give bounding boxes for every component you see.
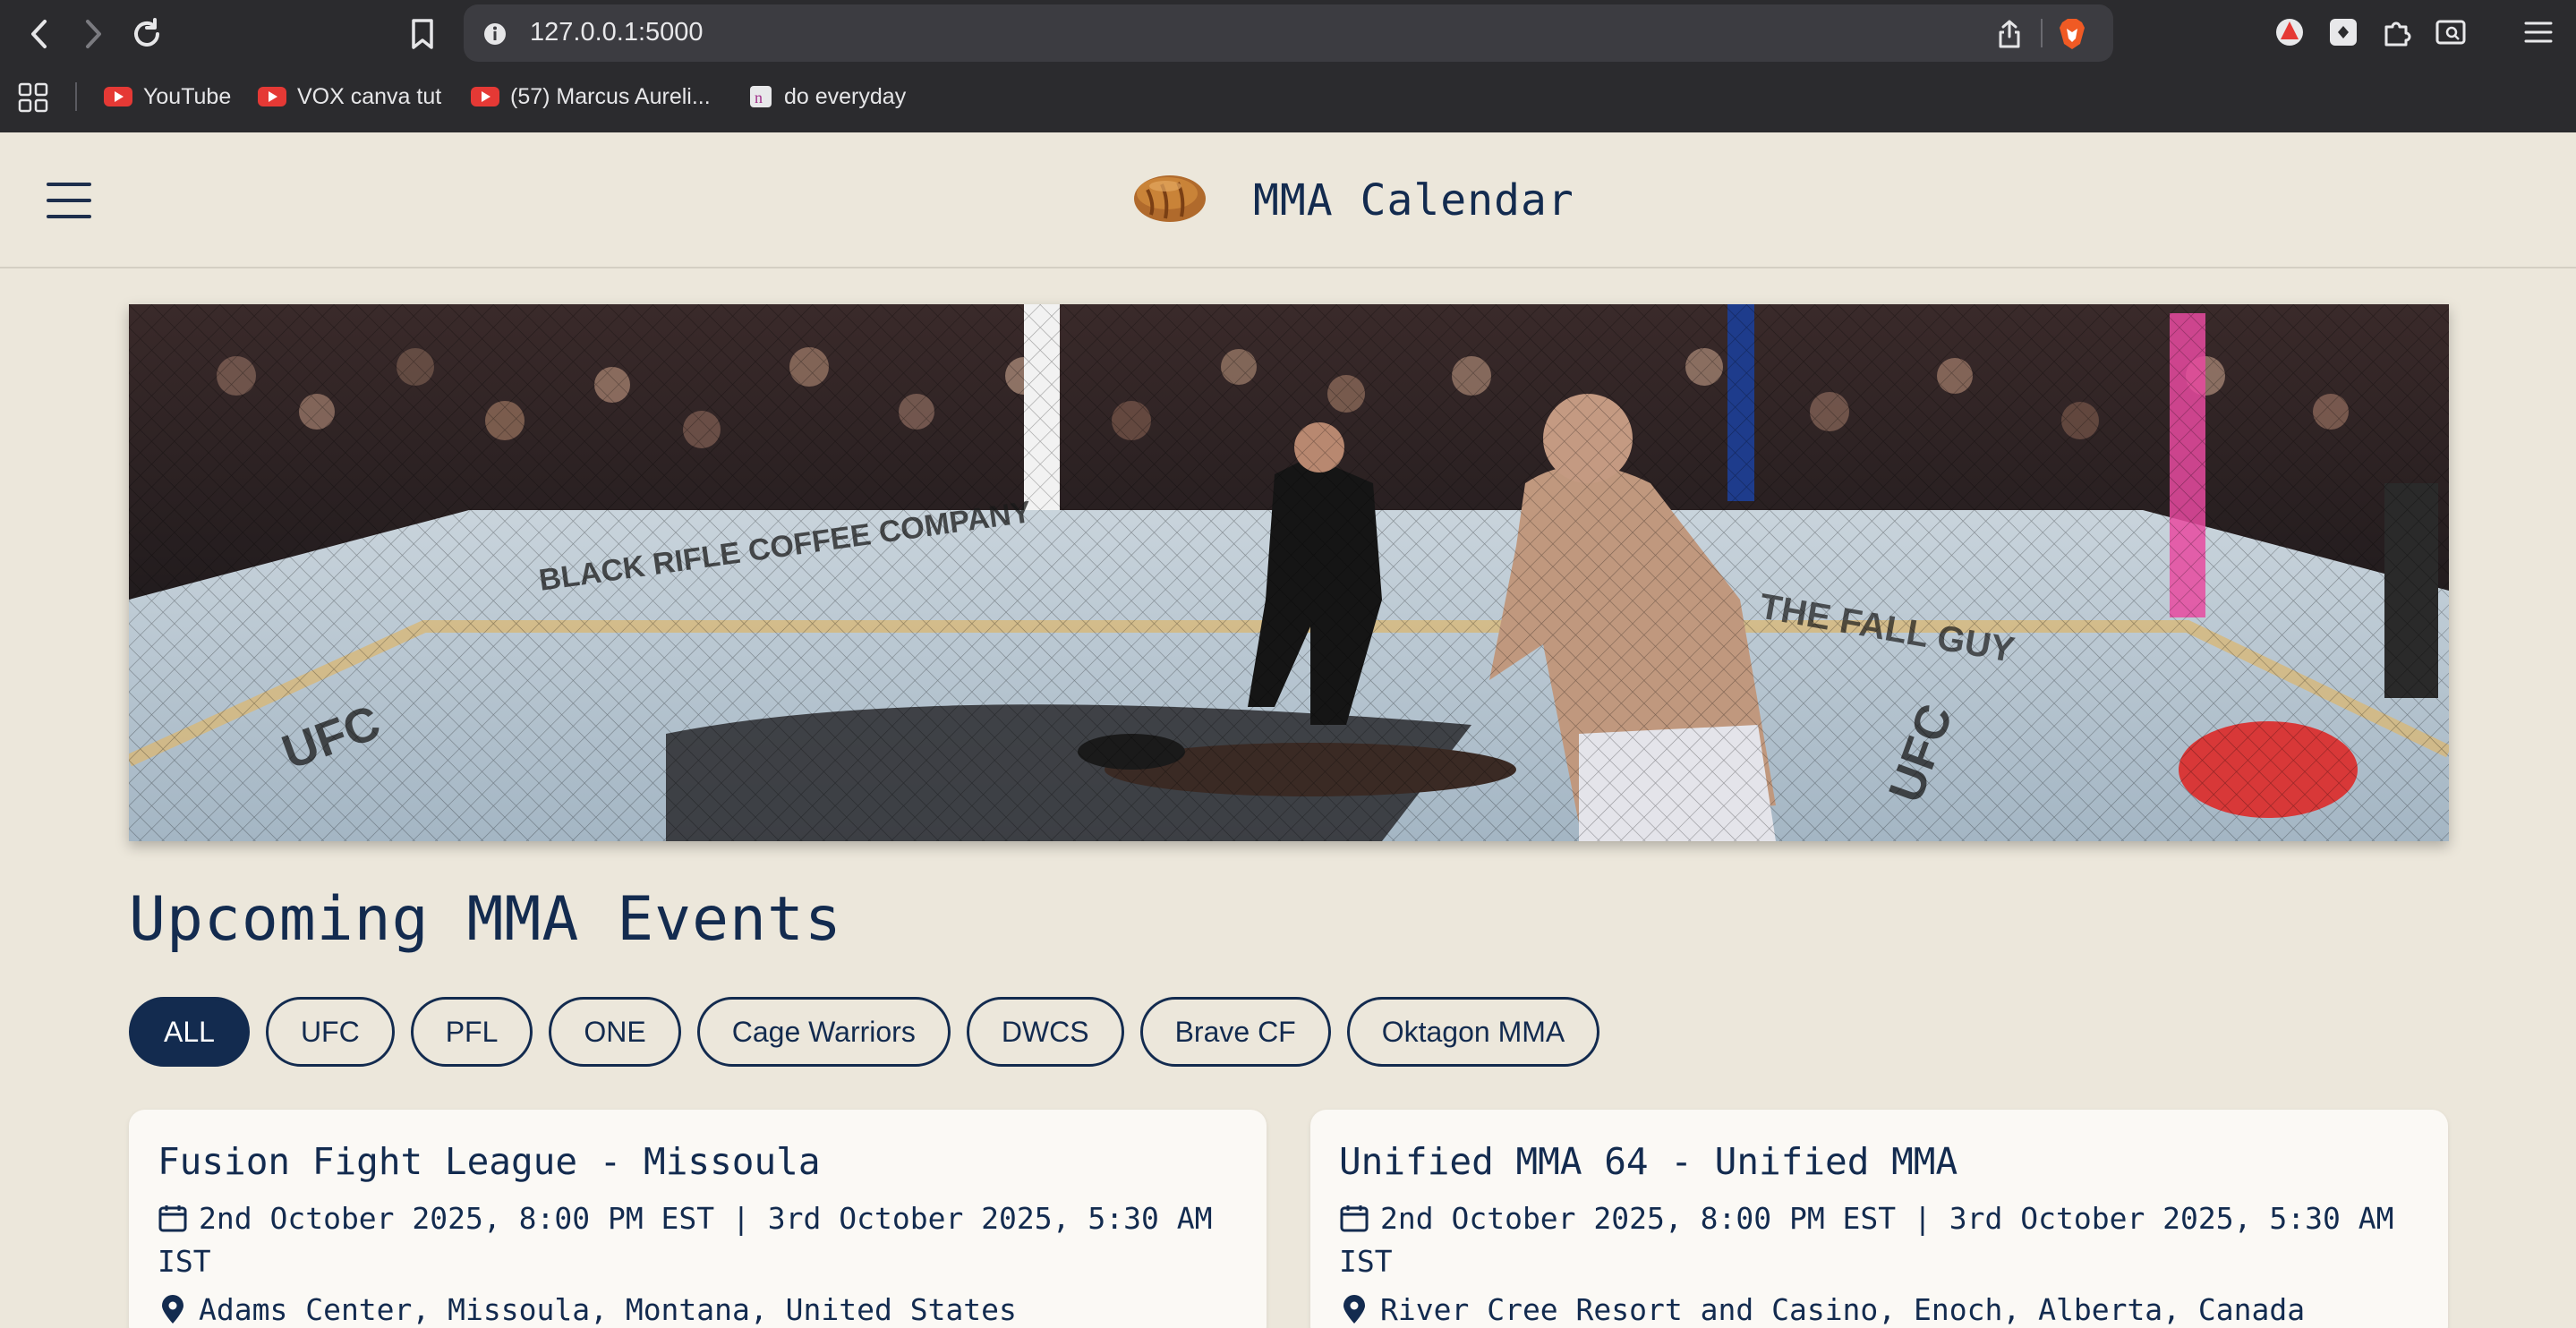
app-header: MMA Calendar bbox=[0, 132, 2576, 268]
event-card[interactable]: Fusion Fight League - Missoula 2nd Octob… bbox=[129, 1110, 1267, 1328]
adblock-extension-icon[interactable] bbox=[2273, 16, 2306, 48]
bookmark-label: YouTube bbox=[143, 83, 232, 109]
filter-all-button[interactable]: ALL bbox=[129, 997, 250, 1067]
bookmark-youtube[interactable]: YouTube bbox=[104, 81, 231, 113]
hamburger-menu-button[interactable] bbox=[47, 183, 91, 218]
bookmark-label: do everyday bbox=[784, 83, 907, 109]
chevron-right-icon bbox=[86, 20, 101, 48]
event-location: River Cree Resort and Casino, Enoch, Alb… bbox=[1339, 1292, 2305, 1327]
puzzle-extensions-icon[interactable] bbox=[2381, 16, 2413, 48]
bookmark-button[interactable] bbox=[405, 16, 440, 52]
croissant-logo-icon[interactable] bbox=[1131, 168, 1208, 226]
chevron-left-icon bbox=[31, 20, 47, 48]
map-pin-icon bbox=[1343, 1295, 1365, 1324]
hamburger-line bbox=[47, 199, 91, 202]
extension-icon[interactable] bbox=[2327, 16, 2359, 48]
calendar-icon bbox=[158, 1205, 187, 1232]
bookmark-vox-canva[interactable]: VOX canva tut bbox=[258, 81, 441, 113]
address-bar[interactable] bbox=[464, 4, 2113, 62]
filter-dwcs-button[interactable]: DWCS bbox=[966, 997, 1124, 1067]
forward-button[interactable] bbox=[75, 16, 111, 52]
svg-text:n: n bbox=[755, 89, 763, 106]
site-info-icon[interactable] bbox=[482, 21, 508, 47]
filter-bar: ALL UFC PFL ONE Cage Warriors DWCS Brave… bbox=[129, 997, 1600, 1067]
url-text[interactable]: 127.0.0.1:5000 bbox=[530, 18, 704, 47]
share-icon[interactable] bbox=[1996, 19, 2023, 49]
event-location-text: Adams Center, Missoula, Montana, United … bbox=[199, 1292, 1017, 1327]
bookmark-icon bbox=[412, 19, 433, 49]
reader-mode-icon[interactable] bbox=[2435, 16, 2467, 48]
youtube-icon bbox=[258, 87, 286, 106]
filter-pfl-button[interactable]: PFL bbox=[410, 997, 533, 1067]
calendar-icon bbox=[1340, 1205, 1369, 1232]
brave-shields-icon[interactable] bbox=[2057, 17, 2087, 51]
filter-brave-cf-button[interactable]: Brave CF bbox=[1139, 997, 1331, 1067]
bookmark-marcus-aurelius[interactable]: (57) Marcus Aureli... bbox=[471, 81, 711, 113]
event-location: Adams Center, Missoula, Montana, United … bbox=[158, 1292, 1017, 1327]
bookmarks-divider bbox=[75, 82, 77, 111]
section-title: Upcoming MMA Events bbox=[129, 884, 842, 955]
hamburger-line bbox=[47, 183, 91, 186]
menu-icon[interactable] bbox=[2522, 16, 2555, 48]
hamburger-line bbox=[47, 215, 91, 218]
hero-image: BLACK RIFLE COFFEE COMPANY THE FALL GUY … bbox=[129, 304, 2449, 841]
filter-oktagon-mma-button[interactable]: Oktagon MMA bbox=[1346, 997, 1600, 1067]
filter-cage-warriors-button[interactable]: Cage Warriors bbox=[696, 997, 951, 1067]
event-card[interactable]: Unified MMA 64 - Unified MMA 2nd October… bbox=[1310, 1110, 2448, 1328]
event-date-text: 2nd October 2025, 8:00 PM EST | 3rd Octo… bbox=[1339, 1201, 2394, 1279]
reload-icon bbox=[134, 18, 159, 47]
youtube-icon bbox=[471, 87, 499, 106]
event-date: 2nd October 2025, 8:00 PM EST | 3rd Octo… bbox=[1339, 1197, 2413, 1283]
bookmark-label: (57) Marcus Aureli... bbox=[510, 83, 711, 109]
reload-button[interactable] bbox=[129, 16, 165, 52]
bookmark-do-everyday[interactable]: n do everyday bbox=[748, 81, 906, 113]
map-pin-icon bbox=[162, 1295, 183, 1324]
back-button[interactable] bbox=[21, 16, 57, 52]
event-date: 2nd October 2025, 8:00 PM EST | 3rd Octo… bbox=[158, 1197, 1232, 1283]
filter-ufc-button[interactable]: UFC bbox=[265, 997, 395, 1067]
event-title: Fusion Fight League - Missoula bbox=[158, 1140, 821, 1183]
youtube-icon bbox=[104, 87, 132, 106]
apps-grid-icon[interactable] bbox=[18, 82, 48, 113]
octagon-photo: BLACK RIFLE COFFEE COMPANY THE FALL GUY … bbox=[129, 304, 2449, 841]
browser-chrome: 127.0.0.1:5000 YouTube VOX canva tut (57… bbox=[0, 0, 2576, 132]
event-title: Unified MMA 64 - Unified MMA bbox=[1339, 1140, 1958, 1183]
event-date-text: 2nd October 2025, 8:00 PM EST | 3rd Octo… bbox=[158, 1201, 1213, 1279]
filter-one-button[interactable]: ONE bbox=[549, 997, 681, 1067]
notion-icon: n bbox=[750, 86, 772, 107]
app-title[interactable]: MMA Calendar bbox=[1253, 175, 1574, 226]
bookmark-label: VOX canva tut bbox=[297, 83, 442, 109]
url-divider bbox=[2041, 19, 2043, 47]
event-location-text: River Cree Resort and Casino, Enoch, Alb… bbox=[1380, 1292, 2306, 1327]
